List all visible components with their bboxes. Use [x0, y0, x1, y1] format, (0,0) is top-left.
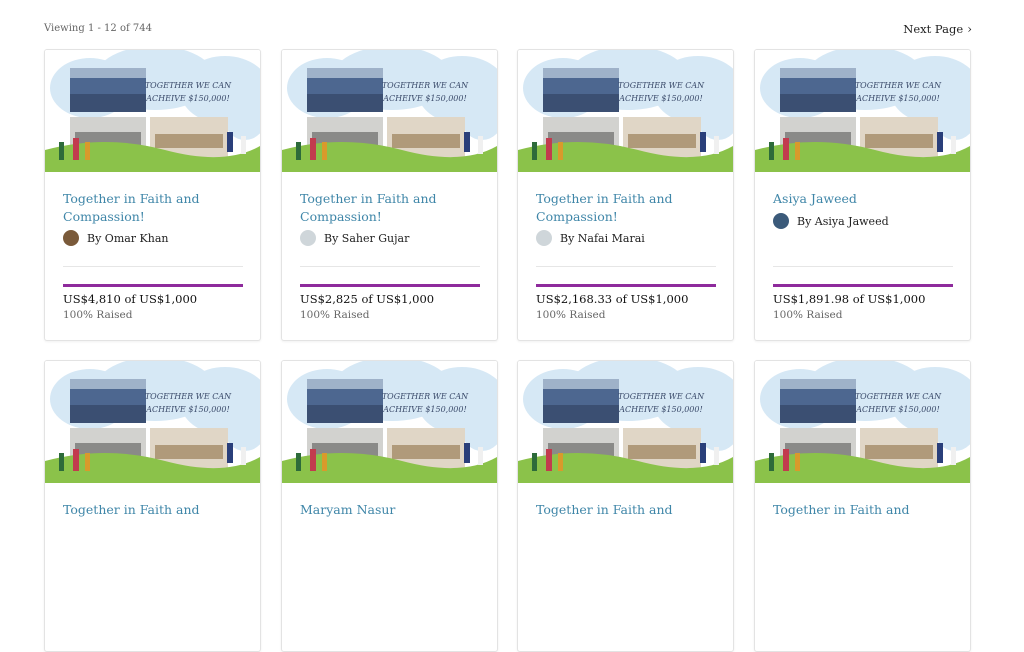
campaign-banner-image[interactable]: TOGETHER WE CAN ACHEIVE $150,000!	[282, 50, 497, 172]
campaign-title[interactable]: Together in Faith and	[63, 501, 243, 519]
banner-line2: ACHEIVE $150,000!	[618, 405, 702, 414]
amount-raised: US$2,168.33 of US$1,000	[536, 292, 689, 306]
fundraiser-card[interactable]: TOGETHER WE CAN ACHEIVE $150,000! Togeth…	[44, 360, 261, 652]
progress-bar	[773, 284, 953, 287]
campaign-title[interactable]: Together in Faith and	[536, 501, 716, 519]
fundraiser-card[interactable]: TOGETHER WE CAN ACHEIVE $150,000! Asiya …	[754, 49, 971, 341]
fundraiser-card[interactable]: TOGETHER WE CAN ACHEIVE $150,000! Maryam…	[281, 360, 498, 652]
fundraiser-card[interactable]: TOGETHER WE CAN ACHEIVE $150,000! Togeth…	[517, 360, 734, 652]
banner-line1: TOGETHER WE CAN	[382, 81, 469, 90]
campaign-title[interactable]: Together in Faith and Compassion!	[300, 190, 480, 226]
campaign-banner-image[interactable]: TOGETHER WE CAN ACHEIVE $150,000!	[282, 361, 497, 483]
banner-line2: ACHEIVE $150,000!	[855, 405, 939, 414]
progress-bar	[63, 284, 243, 287]
avatar	[63, 230, 79, 246]
percent-raised: 100% Raised	[300, 309, 370, 321]
progress-bar	[300, 284, 480, 287]
next-page-label: Next Page	[903, 22, 964, 36]
campaign-author: By Saher Gujar	[300, 230, 409, 246]
author-name: By Saher Gujar	[324, 231, 410, 245]
campaign-title[interactable]: Together in Faith and Compassion!	[536, 190, 716, 226]
progress-fill	[536, 284, 716, 287]
amount-raised: US$1,891.98 of US$1,000	[773, 292, 926, 306]
campaign-title[interactable]: Asiya Jaweed	[773, 190, 953, 208]
fundraiser-card[interactable]: TOGETHER WE CAN ACHEIVE $150,000! Togeth…	[44, 49, 261, 341]
avatar	[536, 230, 552, 246]
banner-line1: TOGETHER WE CAN	[855, 392, 942, 401]
author-name: By Nafai Marai	[560, 231, 645, 245]
campaign-banner-image[interactable]: TOGETHER WE CAN ACHEIVE $150,000!	[45, 50, 260, 172]
campaign-banner-image[interactable]: TOGETHER WE CAN ACHEIVE $150,000!	[755, 361, 970, 483]
divider	[773, 266, 953, 267]
progress-fill	[63, 284, 243, 287]
banner-line1: TOGETHER WE CAN	[618, 392, 705, 401]
amount-raised: US$4,810 of US$1,000	[63, 292, 198, 306]
banner-line2: ACHEIVE $150,000!	[618, 94, 702, 103]
campaign-banner-image[interactable]: TOGETHER WE CAN ACHEIVE $150,000!	[755, 50, 970, 172]
banner-line2: ACHEIVE $150,000!	[382, 405, 466, 414]
divider	[63, 266, 243, 267]
author-name: By Omar Khan	[87, 231, 169, 245]
campaign-banner-image[interactable]: TOGETHER WE CAN ACHEIVE $150,000!	[45, 361, 260, 483]
avatar	[773, 213, 789, 229]
fundraiser-card[interactable]: TOGETHER WE CAN ACHEIVE $150,000! Togeth…	[754, 360, 971, 652]
banner-line1: TOGETHER WE CAN	[382, 392, 469, 401]
percent-raised: 100% Raised	[63, 309, 133, 321]
chevron-right-icon: ›	[967, 22, 972, 36]
banner-line2: ACHEIVE $150,000!	[145, 405, 229, 414]
next-page-link[interactable]: Next Page ›	[903, 22, 972, 36]
campaign-banner-image[interactable]: TOGETHER WE CAN ACHEIVE $150,000!	[518, 50, 733, 172]
divider	[300, 266, 480, 267]
divider	[536, 266, 716, 267]
author-name: By Asiya Jaweed	[797, 214, 889, 228]
campaign-title[interactable]: Together in Faith and Compassion!	[63, 190, 243, 226]
banner-line2: ACHEIVE $150,000!	[382, 94, 466, 103]
progress-fill	[773, 284, 953, 287]
percent-raised: 100% Raised	[536, 309, 606, 321]
campaign-author: By Omar Khan	[63, 230, 169, 246]
progress-bar	[536, 284, 716, 287]
banner-line1: TOGETHER WE CAN	[855, 81, 942, 90]
percent-raised: 100% Raised	[773, 309, 843, 321]
fundraiser-card[interactable]: TOGETHER WE CAN ACHEIVE $150,000! Togeth…	[281, 49, 498, 341]
campaign-banner-image[interactable]: TOGETHER WE CAN ACHEIVE $150,000!	[518, 361, 733, 483]
banner-line1: TOGETHER WE CAN	[145, 392, 232, 401]
campaign-author: By Nafai Marai	[536, 230, 645, 246]
fundraiser-card[interactable]: TOGETHER WE CAN ACHEIVE $150,000! Togeth…	[517, 49, 734, 341]
banner-line2: ACHEIVE $150,000!	[145, 94, 229, 103]
campaign-title[interactable]: Together in Faith and	[773, 501, 953, 519]
amount-raised: US$2,825 of US$1,000	[300, 292, 435, 306]
campaign-title[interactable]: Maryam Nasur	[300, 501, 480, 519]
progress-fill	[300, 284, 480, 287]
banner-line1: TOGETHER WE CAN	[145, 81, 232, 90]
banner-line2: ACHEIVE $150,000!	[855, 94, 939, 103]
pagination-bar: Viewing 1 - 12 of 744 Next Page ›	[44, 22, 972, 38]
banner-line1: TOGETHER WE CAN	[618, 81, 705, 90]
avatar	[300, 230, 316, 246]
campaign-author: By Asiya Jaweed	[773, 213, 889, 229]
results-count: Viewing 1 - 12 of 744	[44, 23, 152, 34]
